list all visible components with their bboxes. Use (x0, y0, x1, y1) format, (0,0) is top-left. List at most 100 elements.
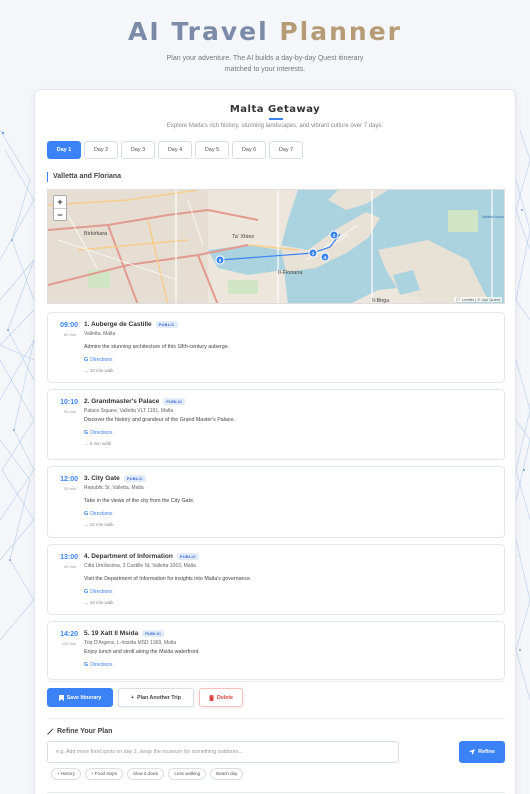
directions-link[interactable]: G Directions (84, 356, 496, 363)
map-label-birgu: Il-Birgu (372, 298, 389, 304)
save-itinerary-label: Save Itinerary (66, 694, 102, 701)
directions-label: Directions (90, 661, 113, 668)
stop-card: 09:00 60 min 1. Auberge de Castille PUBLI… (47, 312, 505, 383)
refine-button-label: Refine (478, 749, 495, 755)
chip-history[interactable]: + History (51, 768, 81, 780)
walk-time: → 10 min walk (84, 368, 114, 373)
stop-duration: 120 min (61, 641, 76, 646)
chip-beach-day[interactable]: Beach day (210, 768, 244, 780)
trip-description: Explore Malta's rich history, stunning l… (166, 123, 384, 129)
stop-name: 2. Grandmaster's Palace (84, 398, 160, 405)
map-marker-3[interactable]: 3 (308, 248, 318, 258)
public-badge: PUBLIC (142, 630, 165, 637)
stop-address: Triq D'Argens, L-Imsida MSD 1369, Malta (84, 640, 177, 646)
directions-link[interactable]: G Directions (84, 661, 496, 668)
map-zoom-control: + − (53, 195, 67, 221)
stop-address: Republic St, Valletta, Malta (84, 485, 144, 491)
map-marker-5[interactable]: 5 (215, 255, 225, 265)
map-view[interactable]: Birkirkara Ta' Xbiex Il-Floriana Il-Birg… (47, 189, 505, 304)
day-section-label: Valletta and Floriana (47, 172, 121, 182)
stop-card: 10:10 90 min 2. Grandmaster's Palace PUBL… (47, 389, 505, 460)
tab-day-3[interactable]: Day 3 (121, 141, 155, 159)
delete-button[interactable]: Delete (199, 688, 243, 707)
map-label-valletta: Valletta Island (482, 215, 504, 219)
stop-description: Discover the history and grandeur of the… (84, 417, 235, 423)
tab-day-6[interactable]: Day 6 (232, 141, 266, 159)
magic-wand-icon (47, 728, 54, 735)
stop-duration: 60 min (63, 332, 76, 337)
bookmark-icon (58, 694, 64, 701)
stop-description: Admire the stunning architecture of this… (84, 344, 230, 350)
itinerary-actions: Save Itinerary + Plan Another Trip Delet… (47, 688, 243, 707)
chip-slow-it-down[interactable]: Slow it down (127, 768, 165, 780)
day-tabs: Day 1 Day 2 Day 3 Day 4 Day 5 Day 6 Day … (47, 141, 303, 159)
stop-address: Palace Square, Valletta VLT 1191, Malta (84, 408, 174, 414)
stop-card: 13:00 40 min 4. Department of Informatio… (47, 544, 505, 615)
map-tiles: Birkirkara Ta' Xbiex Il-Floriana Il-Birg… (48, 190, 504, 304)
tab-day-7[interactable]: Day 7 (269, 141, 303, 159)
google-g-icon: G (84, 661, 89, 668)
directions-label: Directions (90, 356, 113, 363)
stop-time: 14:20 (60, 631, 78, 638)
stop-time: 12:00 (60, 476, 78, 483)
directions-label: Directions (90, 510, 113, 517)
chip-less-walking[interactable]: Less walking (168, 768, 207, 780)
refine-section-title: Refine Your Plan (47, 728, 112, 735)
app-title-part2: Planner (279, 17, 403, 46)
delete-label: Delete (217, 694, 233, 701)
tab-day-1[interactable]: Day 1 (47, 141, 81, 159)
stop-time: 13:00 (60, 554, 78, 561)
save-itinerary-button[interactable]: Save Itinerary (47, 688, 113, 707)
map-marker-4[interactable]: 4 (320, 252, 330, 262)
stop-duration: 40 min (63, 564, 76, 569)
stop-time: 10:10 (60, 399, 78, 406)
directions-link[interactable]: G Directions (84, 588, 496, 595)
stop-description: Visit the Department of Information for … (84, 576, 252, 582)
stop-description: Take in the views of the city from the C… (84, 498, 195, 504)
send-icon (469, 749, 476, 755)
stop-duration: 90 min (63, 409, 76, 414)
map-marker-2[interactable]: 2 (329, 230, 339, 240)
zoom-out-button[interactable]: − (54, 208, 66, 220)
itinerary-card: Malta Getaway Explore Malta's rich histo… (34, 89, 516, 794)
google-g-icon: G (84, 356, 89, 363)
plan-another-label: Plan Another Trip (137, 694, 182, 701)
google-g-icon: G (84, 429, 89, 436)
zoom-in-button[interactable]: + (54, 196, 66, 208)
stop-description: Enjoy lunch and stroll along the Msida w… (84, 649, 200, 655)
trash-icon (209, 694, 215, 701)
plan-another-trip-button[interactable]: + Plan Another Trip (118, 688, 194, 707)
tab-day-2[interactable]: Day 2 (84, 141, 118, 159)
divider (47, 792, 505, 793)
refine-input[interactable]: e.g. Add more food spots on day 2, swap … (47, 741, 399, 763)
stop-name: 4. Department of Information (84, 553, 173, 560)
app-title-part1: AI Travel (127, 17, 280, 46)
app-subtitle: Plan your adventure. The AI builds a day… (166, 55, 364, 73)
tab-day-4[interactable]: Day 4 (158, 141, 192, 159)
plus-icon: + (130, 694, 135, 701)
stop-time: 09:00 (60, 322, 78, 329)
walk-time: → 15 min walk (84, 600, 114, 605)
app-header: AI Travel Planner Plan your adventure. T… (0, 0, 530, 75)
stop-name: 3. City Gate (84, 475, 120, 482)
directions-label: Directions (90, 588, 113, 595)
walk-time: → 10 min walk (84, 522, 114, 527)
divider (47, 718, 505, 719)
map-attribution[interactable]: 🏳 Leaflet | © Ulpi Quest (453, 297, 502, 302)
google-g-icon: G (84, 510, 89, 517)
chip-food-stops[interactable]: + Food stops (84, 768, 124, 780)
map-label-ta-xbiex: Ta' Xbiex (232, 234, 254, 240)
directions-link[interactable]: G Directions (84, 429, 496, 436)
stop-name: 5. 19 Xatt Il Msida (84, 630, 139, 637)
stop-duration: 30 min (63, 486, 76, 491)
directions-label: Directions (90, 429, 113, 436)
trip-title-underline (269, 118, 283, 120)
divider (47, 681, 505, 682)
directions-link[interactable]: G Directions (84, 510, 496, 517)
map-label-floriana: Il-Floriana (278, 270, 303, 276)
app-title: AI Travel Planner (0, 16, 530, 48)
google-g-icon: G (84, 588, 89, 595)
refine-button[interactable]: Refine (459, 741, 505, 763)
trip-title: Malta Getaway (229, 104, 321, 115)
tab-day-5[interactable]: Day 5 (195, 141, 229, 159)
